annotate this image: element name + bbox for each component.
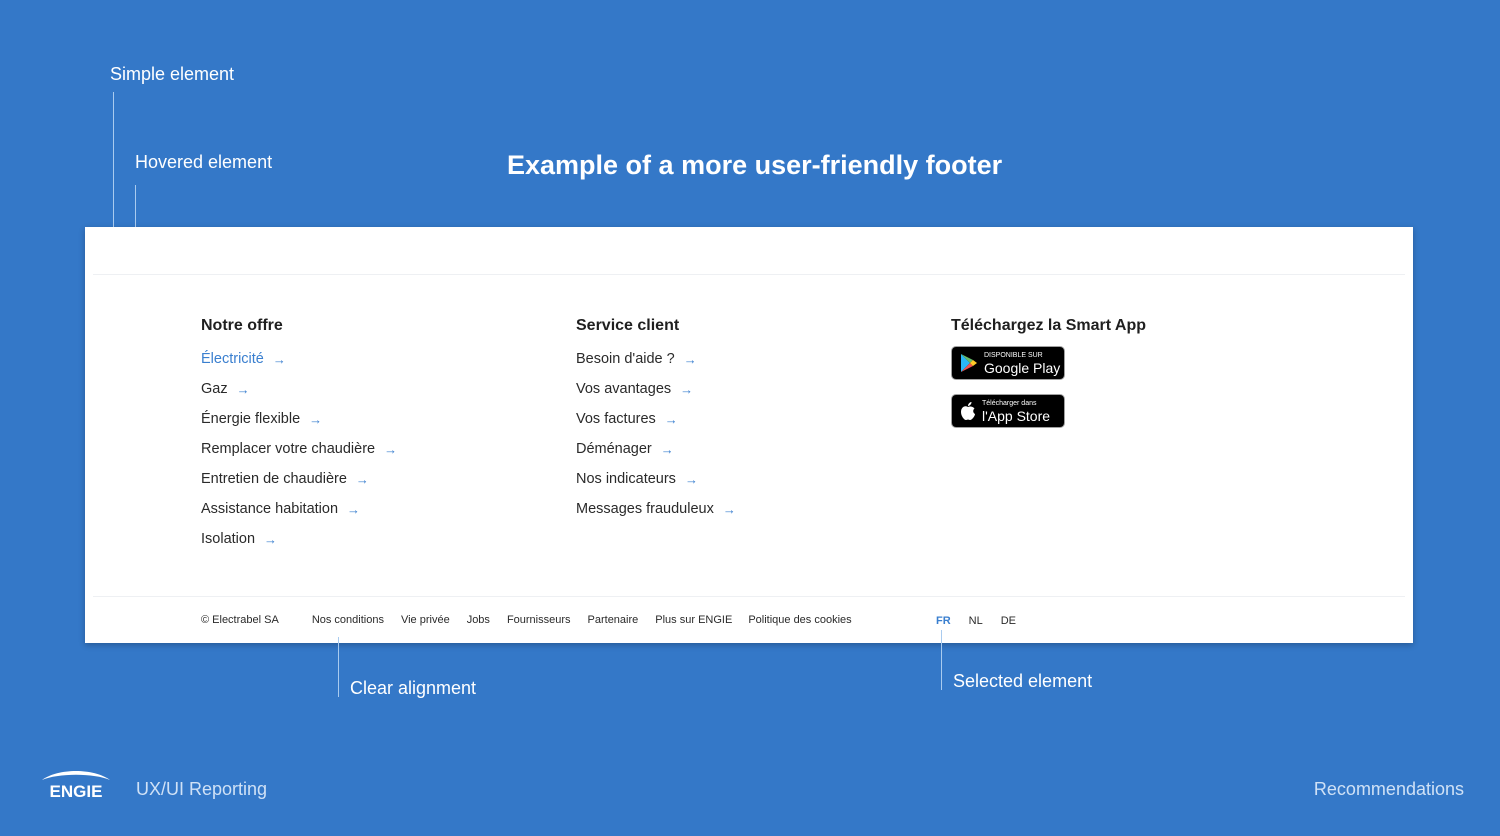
footer-top-divider [93, 274, 1405, 275]
arrow-right-icon: → [384, 441, 398, 457]
service-link-nos-indicateurs[interactable]: Nos indicateurs → [576, 464, 736, 494]
footer-example: Notre offre Électricité → Gaz → Énergie fl… [85, 227, 1413, 643]
offer-link-entretien-chaudiere[interactable]: Entretien de chaudière → [201, 464, 397, 494]
legal-link-plus-sur-engie[interactable]: Plus sur ENGIE [655, 614, 732, 626]
section-title: Recommendations [1313, 779, 1464, 799]
offer-link-assistance-habitation[interactable]: Assistance habitation → [201, 494, 397, 524]
annotation-selected-element: Selected element [953, 671, 1093, 691]
service-link-vos-avantages[interactable]: Vos avantages → [576, 374, 736, 404]
annotation-line-alignment [338, 637, 339, 697]
link-label: Entretien de chaudière [201, 471, 347, 487]
page-title: Example of a more user-friendly footer [507, 150, 1003, 180]
arrow-right-icon: → [347, 501, 361, 517]
offer-link-energie-flexible[interactable]: Énergie flexible → [201, 404, 397, 434]
service-link-messages-frauduleux[interactable]: Messages frauduleux → [576, 494, 736, 524]
report-title: UX/UI Reporting [136, 779, 268, 799]
arrow-right-icon: → [264, 531, 278, 547]
offer-link-isolation[interactable]: Isolation → [201, 524, 397, 554]
legal-link-fournisseurs[interactable]: Fournisseurs [507, 614, 571, 626]
app-store-badge[interactable]: Télécharger dans l'App Store [951, 394, 1065, 428]
annotation-line-selected [941, 630, 942, 690]
annotation-clear-alignment: Clear alignment [350, 678, 477, 698]
google-play-small-text: DISPONIBLE SUR [984, 351, 1043, 359]
engie-logo: ENGIE [36, 768, 116, 807]
arrow-right-icon: → [664, 411, 678, 427]
arrow-right-icon: → [272, 351, 286, 367]
legal-links: © Electrabel SA Nos conditions Vie privé… [201, 614, 852, 626]
language-nl[interactable]: NL [969, 615, 983, 627]
link-label: Vos avantages [576, 381, 672, 397]
offer-link-electricite[interactable]: Électricité → [201, 344, 397, 374]
app-store-big-text: l'App Store [982, 407, 1051, 424]
arrow-right-icon: → [660, 441, 674, 457]
link-label: Nos indicateurs [576, 471, 676, 487]
arrow-right-icon: → [684, 471, 698, 487]
language-de[interactable]: DE [1001, 615, 1016, 627]
google-play-badge[interactable]: DISPONIBLE SUR Google Play [951, 346, 1065, 380]
legal-link-conditions[interactable]: Nos conditions [312, 614, 384, 626]
arrow-right-icon: → [309, 411, 323, 427]
apple-icon [961, 402, 975, 420]
service-link-besoin-aide[interactable]: Besoin d'aide ? → [576, 344, 736, 374]
link-label: Isolation [201, 531, 256, 547]
arrow-right-icon: → [236, 381, 250, 397]
app-heading: Téléchargez la Smart App [951, 317, 1147, 334]
legal-link-politique-cookies[interactable]: Politique des cookies [748, 614, 851, 626]
app-store-small-text: Télécharger dans [982, 399, 1037, 407]
link-label: Besoin d'aide ? [576, 351, 675, 367]
engie-logo-mark: ENGIE [42, 771, 110, 801]
link-label: Vos factures [576, 411, 656, 427]
google-play-big-text: Google Play [984, 359, 1061, 376]
service-heading: Service client [576, 317, 680, 334]
legal-link-vie-privee[interactable]: Vie privée [401, 614, 450, 626]
link-label: Assistance habitation [201, 501, 339, 517]
footer-column-app: Téléchargez la Smart App DISPONIBLE SUR … [951, 317, 1146, 442]
arrow-right-icon: → [683, 351, 697, 367]
copyright-text: © Electrabel SA [201, 614, 279, 626]
offer-link-remplacer-chaudiere[interactable]: Remplacer votre chaudière → [201, 434, 397, 464]
legal-link-jobs[interactable]: Jobs [467, 614, 490, 626]
offer-heading: Notre offre [201, 317, 283, 334]
service-link-vos-factures[interactable]: Vos factures → [576, 404, 736, 434]
link-label: Déménager [576, 441, 652, 457]
arrow-right-icon: → [722, 501, 736, 517]
annotation-hovered-element: Hovered element [135, 152, 273, 172]
offer-link-gaz[interactable]: Gaz → [201, 374, 397, 404]
link-label: Électricité [201, 351, 264, 367]
footer-column-service: Service client Besoin d'aide ? → Vos avan… [576, 317, 736, 524]
footer-column-offer: Notre offre Électricité → Gaz → Énergie fl… [201, 317, 397, 554]
link-label: Énergie flexible [201, 411, 301, 427]
language-switcher: FR NL DE [936, 615, 1034, 627]
annotation-simple-element: Simple element [110, 64, 235, 84]
arrow-right-icon: → [355, 471, 369, 487]
footer-bottom-divider [93, 596, 1405, 597]
legal-link-partenaire[interactable]: Partenaire [588, 614, 639, 626]
link-label: Remplacer votre chaudière [201, 441, 376, 457]
link-label: Gaz [201, 381, 228, 397]
service-link-demenager[interactable]: Déménager → [576, 434, 736, 464]
link-label: Messages frauduleux [576, 501, 714, 517]
language-fr[interactable]: FR [936, 615, 951, 627]
engie-logo-text: ENGIE [50, 782, 103, 801]
arrow-right-icon: → [680, 381, 694, 397]
google-play-icon [961, 354, 977, 372]
